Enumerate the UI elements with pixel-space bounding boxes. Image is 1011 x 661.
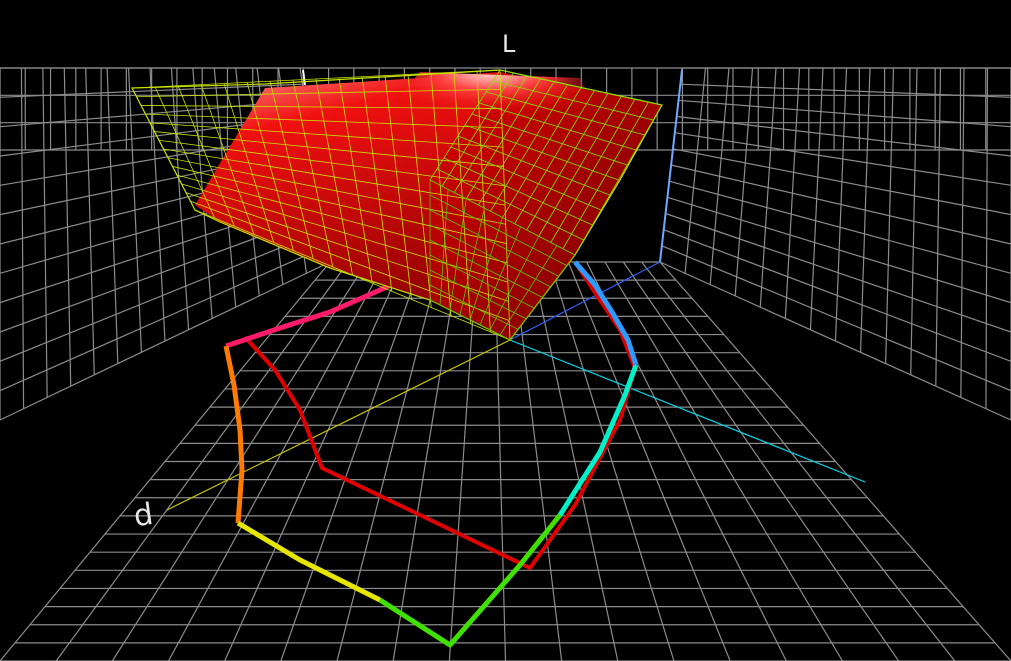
secondary-gamut-outline [243,260,637,570]
gamut-outlines [223,259,639,648]
right-wall-grid-line [661,245,1011,392]
vertical-axis-line [659,69,683,263]
right-wall-grid-line [669,180,1011,274]
primary-gamut-outline-orange [223,345,245,524]
gamut-3d-viewport[interactable] [0,0,1011,661]
right-wall-grid-line [665,212,1011,333]
vertical-axis-label: L [502,30,516,58]
left-wall-grid-line [0,245,328,392]
right-wall-grid [659,67,1011,421]
primary-gamut-outline-cyan [557,364,639,517]
